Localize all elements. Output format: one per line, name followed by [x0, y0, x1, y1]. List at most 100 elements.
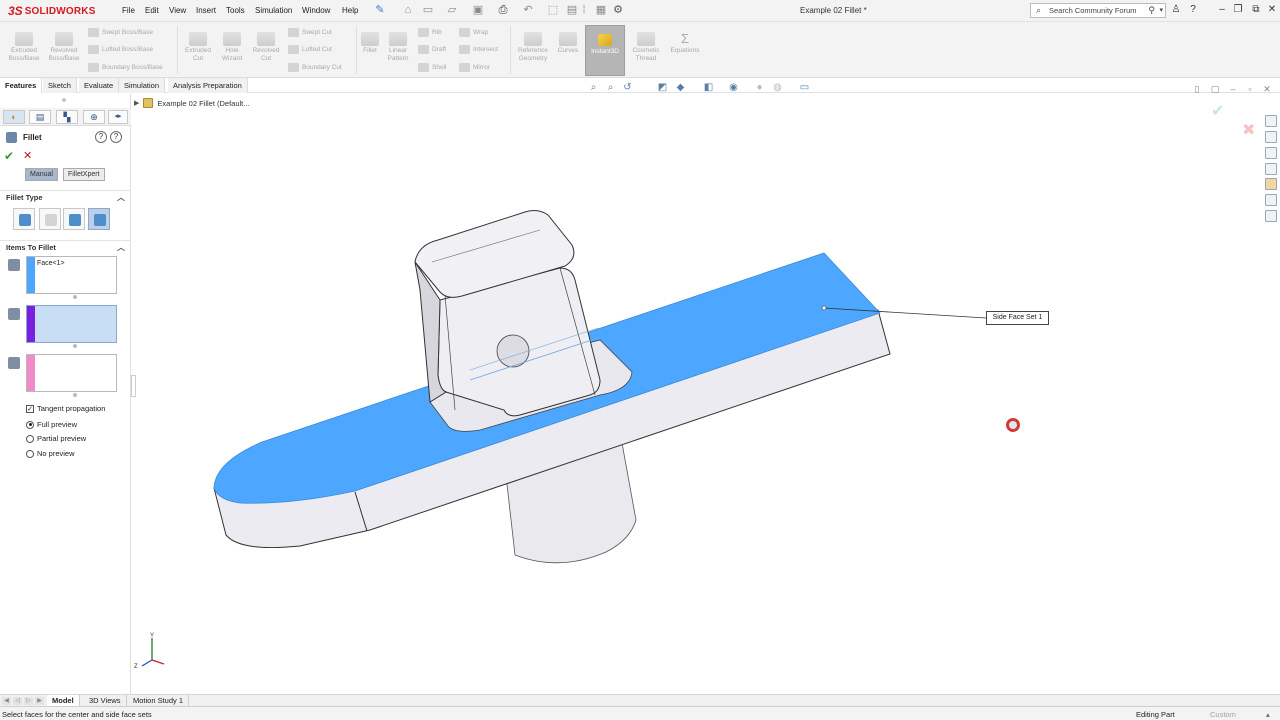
- filletxpert-mode-button[interactable]: FilletXpert: [63, 168, 105, 181]
- tab-scroll-arrows-icon[interactable]: ◂▸: [108, 110, 128, 124]
- viewport-maximize-icon[interactable]: ▫: [1245, 85, 1255, 94]
- zoom-to-fit-icon[interactable]: ⌕: [588, 82, 599, 93]
- help-icon[interactable]: ?: [95, 131, 107, 143]
- tangent-propagation-option[interactable]: ✓ Tangent propagation: [26, 404, 105, 413]
- appearances-icon[interactable]: [1265, 178, 1277, 190]
- options-gear-icon[interactable]: ⚙: [612, 4, 624, 16]
- user-icon[interactable]: ♙: [1170, 4, 1182, 16]
- confirm-cancel-icon[interactable]: ✖: [1242, 120, 1255, 140]
- property-manager-tab-icon[interactable]: ▤: [29, 110, 51, 124]
- restore-icon[interactable]: ❐: [1232, 4, 1244, 16]
- solidworks-resources-icon[interactable]: [1265, 115, 1277, 127]
- items-to-fillet-header[interactable]: Items To Fillet ︿: [0, 240, 131, 254]
- menu-simulation[interactable]: Simulation: [255, 6, 292, 15]
- cancel-x-icon[interactable]: ✕: [23, 149, 32, 162]
- feature-manager-tab-icon[interactable]: ◐: [3, 110, 25, 124]
- list-resize-grip[interactable]: [73, 393, 77, 397]
- linear-pattern-button[interactable]: Linear Pattern: [382, 32, 414, 63]
- status-units[interactable]: Custom: [1210, 710, 1236, 719]
- variable-size-fillet-button[interactable]: [39, 208, 61, 230]
- view-settings-icon[interactable]: ▭: [799, 82, 810, 93]
- feature-tree-part[interactable]: ▶ Example 02 Fillet (Default...: [134, 98, 250, 108]
- previous-view-icon[interactable]: ↺: [622, 82, 633, 93]
- list-resize-grip[interactable]: [73, 344, 77, 348]
- configuration-manager-tab-icon[interactable]: ▚: [56, 110, 78, 124]
- last-tab-arrow-icon[interactable]: ▶: [35, 697, 44, 705]
- menu-edit[interactable]: Edit: [145, 6, 159, 15]
- view-orientation-icon[interactable]: ◆: [675, 82, 686, 93]
- instant3d-button[interactable]: Instant3D: [585, 25, 625, 76]
- hide-show-items-icon[interactable]: ◉: [728, 82, 739, 93]
- side-face-set-callout[interactable]: Side Face Set 1: [986, 311, 1049, 325]
- revolved-boss-button[interactable]: Revolved Boss/Base: [44, 32, 84, 63]
- section-view-icon[interactable]: ◩: [657, 82, 668, 93]
- undo-icon[interactable]: ↶: [522, 4, 534, 16]
- tab-evaluate[interactable]: Evaluate: [79, 78, 120, 93]
- boundary-cut-button[interactable]: Boundary Cut: [288, 63, 342, 72]
- viewport-tile-icon[interactable]: ▢: [1210, 85, 1220, 94]
- custom-properties-icon[interactable]: [1265, 194, 1277, 206]
- curves-button[interactable]: Curves: [555, 32, 581, 55]
- file-properties-icon[interactable]: ▦: [595, 4, 607, 16]
- panel-grip[interactable]: [62, 98, 66, 102]
- zoom-area-icon[interactable]: ⌕: [605, 82, 616, 93]
- minimize-icon[interactable]: –: [1216, 4, 1228, 16]
- window-restore-icon[interactable]: ⧉: [1250, 4, 1262, 16]
- display-style-icon[interactable]: ◧: [703, 82, 714, 93]
- menu-view[interactable]: View: [169, 6, 186, 15]
- expand-arrow-icon[interactable]: ▶: [134, 99, 139, 107]
- shell-button[interactable]: Shell: [418, 63, 446, 72]
- swept-boss-button[interactable]: Swept Boss/Base: [88, 28, 153, 37]
- rib-button[interactable]: Rib: [418, 28, 442, 37]
- extruded-boss-button[interactable]: Extruded Boss/Base: [4, 32, 44, 63]
- cosmetic-thread-button[interactable]: Cosmetic Thread: [628, 32, 664, 63]
- home-icon[interactable]: ⌂: [402, 4, 414, 16]
- viewport-close-icon[interactable]: ✕: [1262, 85, 1272, 94]
- first-tab-arrow-icon[interactable]: ◀: [2, 697, 11, 705]
- full-preview-radio[interactable]: [26, 420, 34, 429]
- swept-cut-button[interactable]: Swept Cut: [288, 28, 332, 37]
- search-magnifier-icon[interactable]: ⚲: [1148, 4, 1155, 17]
- menu-help[interactable]: Help: [342, 6, 358, 15]
- detailed-preview-icon[interactable]: ?: [110, 131, 122, 143]
- selected-face-item[interactable]: Face<1>: [37, 260, 65, 267]
- lofted-boss-button[interactable]: Lofted Boss/Base: [88, 45, 153, 54]
- side-face-set-2-list[interactable]: [26, 354, 117, 392]
- status-options-icon[interactable]: ▴: [1266, 710, 1270, 719]
- edit-appearance-icon[interactable]: ●: [754, 82, 765, 93]
- new-document-icon[interactable]: ▭: [422, 4, 434, 16]
- viewport-minimize-icon[interactable]: –: [1228, 85, 1238, 94]
- menu-insert[interactable]: Insert: [196, 6, 216, 15]
- chevron-down-icon[interactable]: ▾: [1159, 4, 1163, 17]
- design-library-icon[interactable]: [1265, 131, 1277, 143]
- partial-preview-option[interactable]: Partial preview: [26, 434, 86, 443]
- tab-features[interactable]: Features: [0, 78, 43, 93]
- fillet-button[interactable]: Fillet: [358, 32, 382, 55]
- revolved-cut-button[interactable]: Revolved Cut: [248, 32, 284, 63]
- graphics-area[interactable]: Y Z: [132, 94, 1280, 694]
- prev-tab-arrow-icon[interactable]: ◁: [13, 697, 22, 705]
- chevron-up-icon[interactable]: ︿: [117, 241, 125, 255]
- full-round-fillet-button[interactable]: [88, 208, 110, 230]
- menu-file[interactable]: File: [122, 6, 135, 15]
- hole-wizard-button[interactable]: Hole Wizard: [216, 32, 248, 63]
- solidworks-logo[interactable]: 3S SOLIDWORKS: [8, 3, 96, 19]
- confirm-ok-icon[interactable]: ✔: [1211, 101, 1224, 121]
- view-palette-icon[interactable]: [1265, 163, 1277, 175]
- equations-button[interactable]: Σ Equations: [666, 32, 704, 55]
- file-explorer-icon[interactable]: [1265, 147, 1277, 159]
- mirror-button[interactable]: Mirror: [459, 63, 490, 72]
- search-field[interactable]: ⌕ Search Community Forum ⚲ ▾: [1030, 3, 1166, 18]
- dimxpert-tab-icon[interactable]: ⊕: [83, 110, 105, 124]
- select-icon[interactable]: ⬚: [547, 4, 559, 16]
- tab-simulation[interactable]: Simulation: [119, 78, 166, 93]
- viewport-restore-icon[interactable]: ▯: [1192, 85, 1202, 94]
- tab-analysis-preparation[interactable]: Analysis Preparation: [168, 78, 248, 93]
- help-icon[interactable]: ?: [1187, 4, 1199, 16]
- next-tab-arrow-icon[interactable]: ▷: [24, 697, 33, 705]
- list-resize-grip[interactable]: [73, 295, 77, 299]
- extruded-cut-button[interactable]: Extruded Cut: [180, 32, 216, 63]
- manual-mode-button[interactable]: Manual: [25, 168, 58, 181]
- save-icon[interactable]: ▣: [472, 4, 484, 16]
- pin-icon[interactable]: ✎: [374, 4, 386, 16]
